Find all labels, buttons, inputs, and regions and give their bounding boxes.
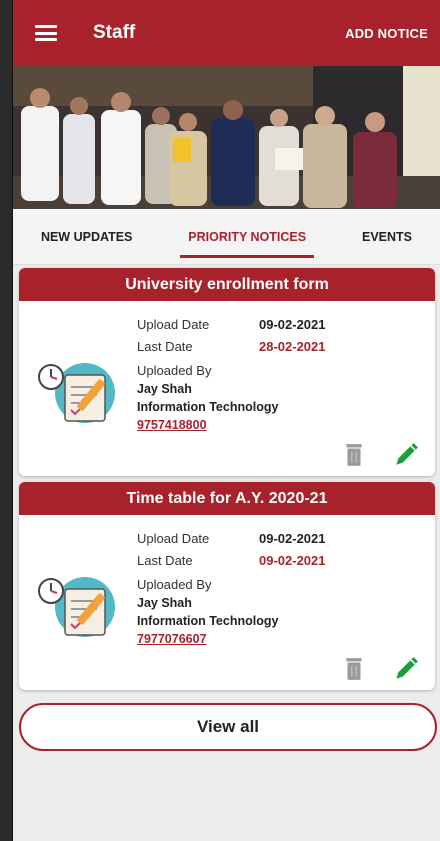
uploader-name: Jay Shah [137, 596, 192, 610]
notice-title: Time table for A.Y. 2020-21 [19, 482, 435, 515]
last-date-label: Last Date [137, 338, 193, 354]
edit-icon[interactable] [393, 442, 419, 468]
hamburger-icon[interactable] [35, 25, 57, 41]
notice-card[interactable]: University enrollment form Upload Date 0… [19, 268, 435, 476]
upload-date-value: 09-02-2021 [259, 316, 326, 332]
card-actions [341, 442, 419, 468]
tab-priority-notices[interactable]: PRIORITY NOTICES [180, 212, 314, 262]
view-all-button[interactable]: View all [19, 703, 437, 751]
upload-date-value: 09-02-2021 [259, 530, 326, 546]
tab-bar: NEW UPDATES PRIORITY NOTICES EVENTS [13, 209, 440, 265]
notice-form-icon [38, 577, 115, 637]
notice-card[interactable]: Time table for A.Y. 2020-21 Upload Date … [19, 482, 435, 690]
uploader-phone-link[interactable]: 9757418800 [137, 416, 326, 434]
notice-form-icon [38, 363, 115, 423]
upload-date-label: Upload Date [137, 316, 210, 332]
delete-icon[interactable] [341, 656, 367, 682]
edit-icon[interactable] [393, 656, 419, 682]
upload-date-label: Upload Date [137, 530, 210, 546]
page-title: Staff [93, 22, 136, 43]
last-date-value: 09-02-2021 [259, 552, 326, 568]
add-notice-button[interactable]: ADD NOTICE [345, 26, 428, 41]
uploaded-by-label: Uploaded By [137, 363, 212, 378]
notice-details: Upload Date 09-02-2021 Last Date 09-02-2… [137, 527, 326, 648]
app-screen: Staff ADD NOTICE NEW UPDATES PRIORITY NO… [12, 0, 440, 841]
uploader-name: Jay Shah [137, 382, 192, 396]
delete-icon[interactable] [341, 442, 367, 468]
app-bar: Staff ADD NOTICE [13, 0, 440, 66]
tab-new-updates[interactable]: NEW UPDATES [37, 212, 136, 262]
uploader-department: Information Technology [137, 614, 279, 628]
tab-events[interactable]: EVENTS [358, 212, 416, 262]
notice-details: Upload Date 09-02-2021 Last Date 28-02-2… [137, 313, 326, 434]
card-actions [341, 656, 419, 682]
last-date-label: Last Date [137, 552, 193, 568]
uploader-department: Information Technology [137, 400, 279, 414]
uploaded-by-label: Uploaded By [137, 577, 212, 592]
banner-photo [13, 66, 440, 209]
uploader-phone-link[interactable]: 7977076607 [137, 630, 326, 648]
last-date-value: 28-02-2021 [259, 338, 326, 354]
notice-title: University enrollment form [19, 268, 435, 301]
